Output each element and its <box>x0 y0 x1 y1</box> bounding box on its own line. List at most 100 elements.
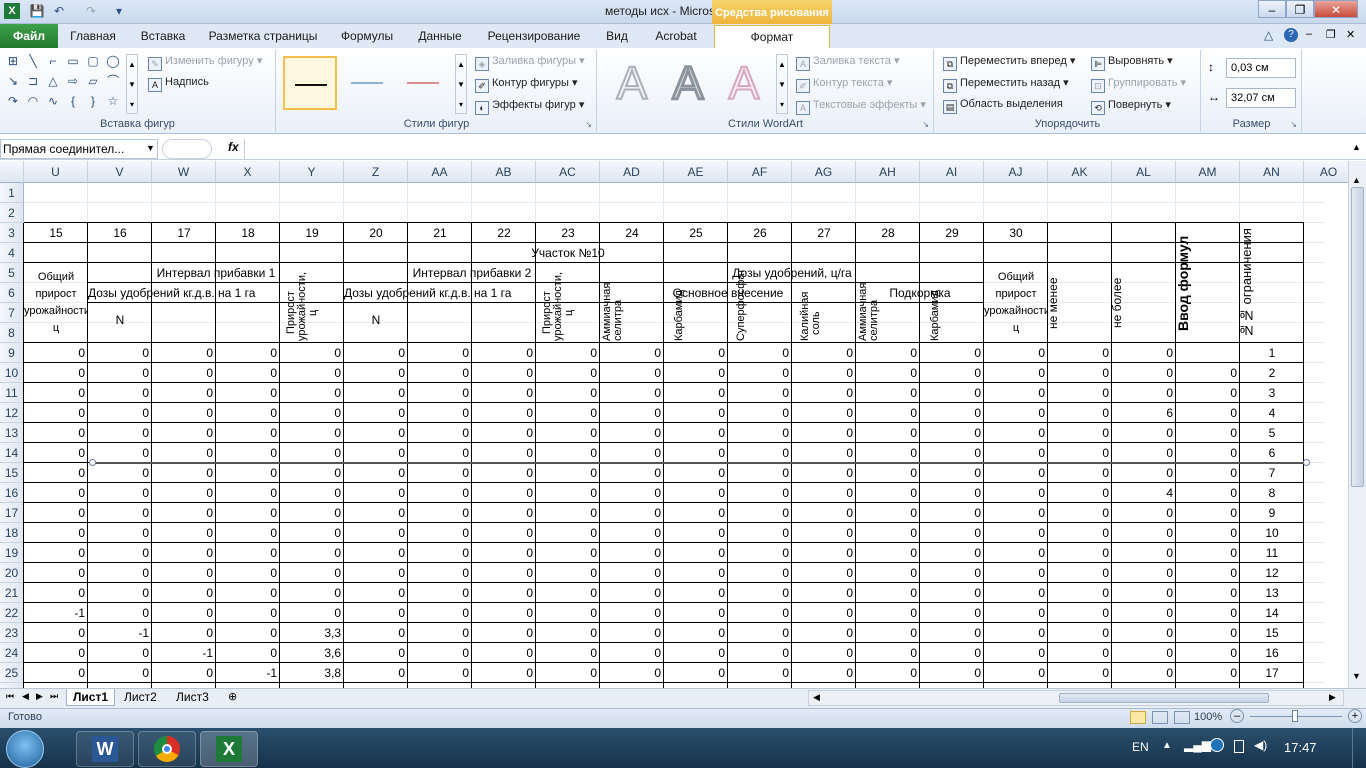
data-cell[interactable]: 0 <box>1176 503 1240 523</box>
data-cell[interactable]: 0 <box>728 643 792 663</box>
data-cell[interactable]: 0 <box>600 563 664 583</box>
row-header[interactable]: 1 <box>0 183 24 203</box>
data-cell[interactable]: 0 <box>728 383 792 403</box>
data-cell[interactable]: 0 <box>984 643 1048 663</box>
data-cell[interactable] <box>1176 343 1240 363</box>
maximize-button[interactable]: ❐ <box>1286 0 1314 18</box>
data-cell[interactable]: 0 <box>472 343 536 363</box>
data-cell[interactable]: 0 <box>472 483 536 503</box>
data-cell[interactable]: 0 <box>152 443 216 463</box>
data-cell[interactable]: 0 <box>664 663 728 683</box>
data-cell[interactable]: 0 <box>408 623 472 643</box>
battery-icon[interactable] <box>1234 740 1244 753</box>
data-cell[interactable]: 0 <box>1176 383 1240 403</box>
data-cell[interactable]: 0 <box>1112 643 1176 663</box>
data-cell[interactable]: 0 <box>88 423 152 443</box>
data-cell[interactable]: 0 <box>280 403 344 423</box>
data-cell[interactable]: 14 <box>1240 603 1304 623</box>
data-cell[interactable]: 0 <box>536 483 600 503</box>
data-cell[interactable]: 0 <box>24 563 88 583</box>
scroll-up-icon[interactable]: ▲ <box>1352 175 1361 185</box>
data-cell[interactable]: 0 <box>280 503 344 523</box>
text-outline-button[interactable]: ✐ Контур текста ▾ <box>796 76 892 93</box>
data-cell[interactable]: -1 <box>216 663 280 683</box>
freeform-shape-icon[interactable]: ∿ <box>46 94 60 108</box>
not-less-header[interactable]: не менее <box>1046 263 1112 343</box>
data-cell[interactable]: 0 <box>344 663 408 683</box>
wordart-launcher-icon[interactable]: ↘ <box>922 120 929 129</box>
column-header[interactable]: AN <box>1240 161 1304 183</box>
row-header[interactable]: 17 <box>0 503 24 523</box>
data-cell[interactable]: 0 <box>216 483 280 503</box>
row-header[interactable]: 25 <box>0 663 24 683</box>
data-cell[interactable]: 0 <box>1176 463 1240 483</box>
data-cell[interactable]: 0 <box>344 543 408 563</box>
data-cell[interactable]: 0 <box>664 403 728 423</box>
data-cell[interactable]: 0 <box>1112 623 1176 643</box>
oval-shape-icon[interactable]: ◯ <box>106 54 120 68</box>
name-box[interactable]: Прямая соединител... <box>0 139 158 159</box>
data-cell[interactable]: 0 <box>88 443 152 463</box>
data-cell[interactable]: 0 <box>216 583 280 603</box>
data-cell[interactable]: 0 <box>280 423 344 443</box>
gain-yield-header-2[interactable]: Прирост урожайности, ц <box>536 272 600 343</box>
hscroll-right-icon[interactable]: ▶ <box>1329 692 1336 703</box>
name-box-dropdown-icon[interactable]: ▼ <box>146 143 155 153</box>
data-cell[interactable]: 0 <box>344 463 408 483</box>
data-cell[interactable]: 0 <box>152 623 216 643</box>
data-cell[interactable]: 0 <box>792 343 856 363</box>
data-cell[interactable]: 0 <box>792 503 856 523</box>
data-cell[interactable]: 0 <box>1176 623 1240 643</box>
data-cell[interactable]: 0 <box>408 463 472 483</box>
data-cell[interactable]: 0 <box>472 583 536 603</box>
data-cell[interactable]: 0 <box>24 363 88 383</box>
data-cell[interactable]: 0 <box>344 443 408 463</box>
carbamide-header-2[interactable]: Карбамид <box>920 290 984 343</box>
data-cell[interactable]: 0 <box>1176 603 1240 623</box>
data-cell[interactable]: 0 <box>152 483 216 503</box>
data-cell[interactable]: 0 <box>920 483 984 503</box>
data-cell[interactable]: 0 <box>1176 643 1240 663</box>
row-header[interactable]: 13 <box>0 423 24 443</box>
data-cell[interactable]: 0 <box>344 563 408 583</box>
data-cell[interactable]: 0 <box>344 583 408 603</box>
row-header[interactable]: 7 <box>0 303 24 323</box>
data-cell[interactable]: 0 <box>600 583 664 603</box>
data-cell[interactable]: 0 <box>920 523 984 543</box>
workbook-minimize-icon[interactable]: – <box>1306 28 1312 40</box>
data-cell[interactable]: 0 <box>984 583 1048 603</box>
column-header[interactable]: AH <box>856 161 920 183</box>
total-gain-header[interactable]: Общий прирост урожайности, ц <box>24 263 88 343</box>
insert-function-icon[interactable]: fx <box>228 140 242 154</box>
data-cell[interactable]: 0 <box>1048 443 1112 463</box>
data-cell[interactable]: 0 <box>1048 503 1112 523</box>
data-cell[interactable]: 0 <box>920 623 984 643</box>
shape-styles-launcher-icon[interactable]: ↘ <box>585 120 592 129</box>
data-cell[interactable]: 0 <box>1112 463 1176 483</box>
data-cell[interactable]: 0 <box>280 483 344 503</box>
excel-taskbar-icon[interactable]: X <box>200 731 258 767</box>
data-cell[interactable]: 0 <box>408 423 472 443</box>
show-desktop-button[interactable] <box>1352 728 1366 768</box>
data-cell[interactable]: 0 <box>728 343 792 363</box>
column-header[interactable]: AC <box>536 161 600 183</box>
data-cell[interactable]: 0 <box>152 363 216 383</box>
selected-connector-line[interactable] <box>92 462 1306 464</box>
wordart-style-3[interactable]: A <box>718 57 770 109</box>
data-cell[interactable]: 0 <box>600 363 664 383</box>
shape-fill-button[interactable]: ◈ Заливка фигуры ▾ <box>475 54 585 71</box>
shape-style-3[interactable] <box>397 56 451 110</box>
data-cell[interactable]: 3,8 <box>280 663 344 683</box>
row-header[interactable]: 23 <box>0 623 24 643</box>
star-shape-icon[interactable]: ☆ <box>106 94 120 108</box>
data-cell[interactable]: 0 <box>472 363 536 383</box>
column-header[interactable]: AM <box>1176 161 1240 183</box>
data-cell[interactable]: 0 <box>600 443 664 463</box>
data-cell[interactable]: 0 <box>664 523 728 543</box>
data-cell[interactable]: 0 <box>664 423 728 443</box>
data-cell[interactable]: 0 <box>408 603 472 623</box>
data-cell[interactable]: 0 <box>24 343 88 363</box>
data-cell[interactable]: -1 <box>88 623 152 643</box>
close-button[interactable]: ✕ <box>1314 0 1358 18</box>
column-header[interactable]: AF <box>728 161 792 183</box>
